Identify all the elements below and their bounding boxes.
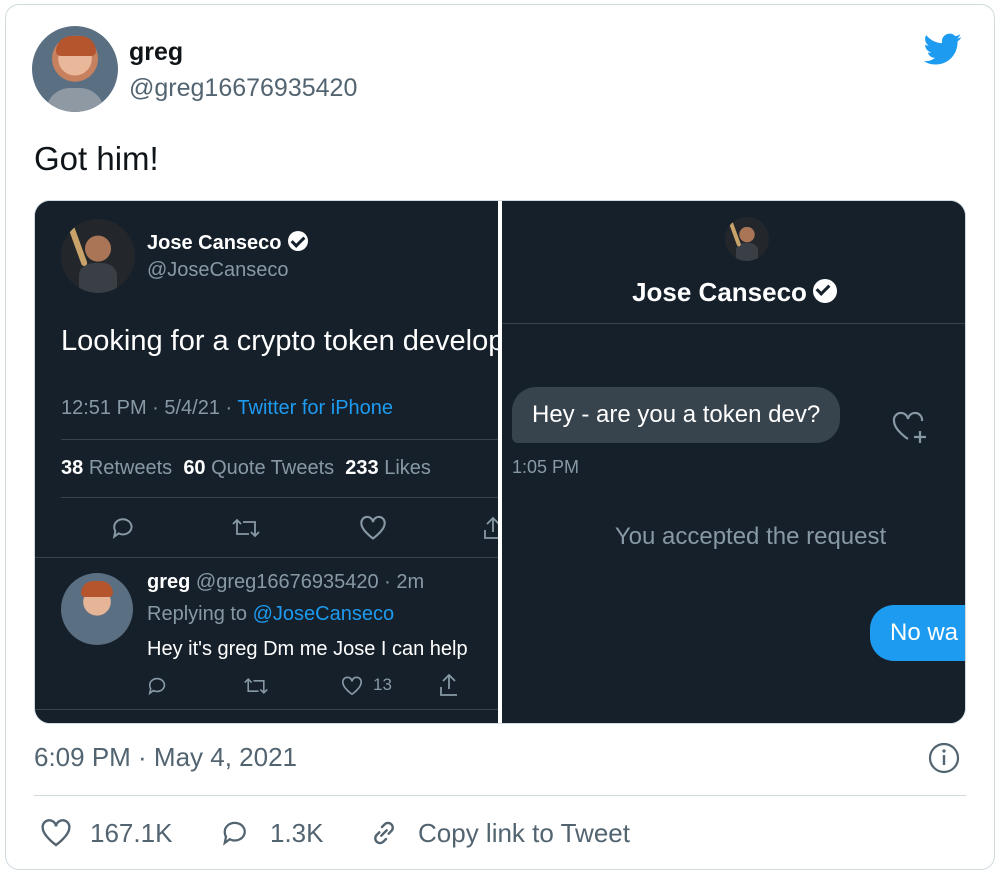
quote-count: 60 <box>183 457 206 479</box>
retweets-count: 38 <box>61 457 84 479</box>
reply-name: greg <box>147 571 191 593</box>
footer-divider <box>34 795 966 796</box>
reply-count: 1.3K <box>270 817 324 848</box>
jose-name: Jose Canseco <box>147 232 282 254</box>
reply-button[interactable]: 1.3K <box>220 815 324 851</box>
dm-message-incoming: Hey - are you a token dev? <box>512 387 841 443</box>
jose-tweet-time: 12:51 PM · 5/4/21 · <box>61 397 238 419</box>
copy-link-button[interactable]: Copy link to Tweet <box>368 815 630 851</box>
screenshot-left-tweet: Jose Canseco @JoseCanseco Looking for a … <box>35 201 498 723</box>
author-avatar[interactable] <box>32 26 118 112</box>
tweet-media[interactable]: Jose Canseco @JoseCanseco Looking for a … <box>34 200 966 724</box>
dm-verified-badge-icon <box>812 279 837 303</box>
jose-tweet-text: Looking for a crypto token develop <box>61 325 498 357</box>
heart-icon <box>41 819 71 847</box>
replying-to-handle: @JoseCanseco <box>252 603 395 625</box>
link-icon <box>374 821 394 845</box>
reply-share-icon <box>440 673 457 696</box>
dm-message-outgoing: No wa <box>870 605 965 661</box>
quote-label: Quote Tweets <box>211 457 335 479</box>
jose-tweet-source: Twitter for iPhone <box>237 397 394 419</box>
screenshot-right-dm: Jose Canseco Hey - are you a token dev? … <box>502 201 965 723</box>
author-handle[interactable]: @greg16676935420 <box>129 74 357 103</box>
likes-label: Likes <box>384 457 431 479</box>
reply-avatar <box>61 573 133 645</box>
share-icon <box>484 516 498 539</box>
retweet-icon <box>232 518 260 538</box>
jose-tweet-stats: 38 Retweets 60 Quote Tweets 233 Likes <box>61 457 431 480</box>
like-count: 167.1K <box>90 817 173 848</box>
likes-count: 233 <box>345 457 379 479</box>
reply-handle-time: @greg16676935420 · 2m <box>195 571 425 593</box>
jose-handle: @JoseCanseco <box>147 259 289 281</box>
twitter-bird-icon[interactable] <box>920 30 966 68</box>
reply-icon <box>112 518 133 539</box>
dm-message-time: 1:05 PM <box>512 457 580 477</box>
reply-bubble-icon <box>223 821 246 846</box>
reply-reply-icon <box>148 677 166 696</box>
tweet-timestamp[interactable]: 6:09 PM · May 4, 2021 <box>34 742 297 773</box>
dm-name: Jose Canseco <box>632 277 807 307</box>
reply-like-count: 13 <box>373 675 392 694</box>
verified-badge-icon <box>287 231 308 251</box>
like-icon <box>360 515 386 540</box>
retweets-label: Retweets <box>88 457 173 479</box>
like-button[interactable]: 167.1K <box>40 815 172 851</box>
jose-avatar <box>61 219 135 293</box>
dm-avatar <box>725 217 769 261</box>
tweet-text: Got him! <box>34 140 159 177</box>
reply-text: Hey it's greg Dm me Jose I can help <box>147 638 468 660</box>
info-icon[interactable] <box>928 742 960 774</box>
copy-link-label: Copy link to Tweet <box>418 817 630 848</box>
dm-system-text: You accepted the request <box>614 523 887 550</box>
react-heart-icon <box>892 411 926 443</box>
author-name[interactable]: greg <box>129 38 183 67</box>
replying-to-label: Replying to <box>147 603 253 625</box>
reply-retweet-icon <box>244 677 268 695</box>
reply-like-icon <box>342 676 362 696</box>
